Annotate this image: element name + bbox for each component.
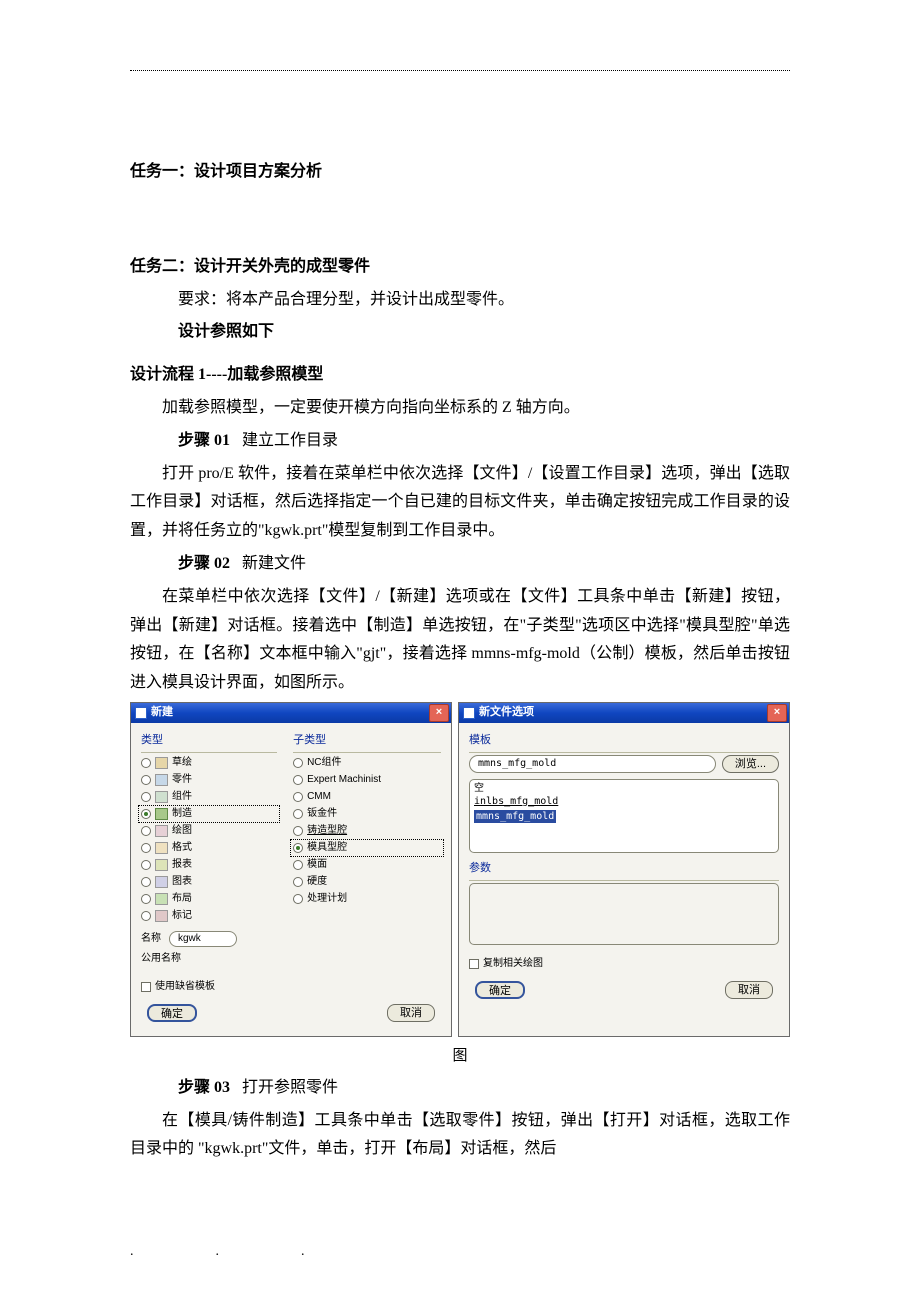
type-radio-group: 草绘 零件 组件 制造 绘图 格式 报表 图表 布局 标记 [141,755,277,924]
name-input[interactable]: kgwk [169,931,237,947]
subtype-radio-row[interactable]: NC组件 [293,755,441,771]
step01-label: 步骤 01 [178,432,230,449]
dialog-options-titlebar: 新文件选项 × [459,703,789,723]
type-radio-row[interactable]: 报表 [141,857,277,873]
list-item-selected[interactable]: mmns_mfg_mold [474,810,556,823]
dialog-new: 新建 × 类型 草绘 零件 组件 制造 绘图 [130,702,452,1037]
step02-line: 步骤 02 新建文件 [130,550,790,579]
step03-title: 打开参照零件 [242,1079,338,1096]
name-row: 名称 kgwk [141,930,441,948]
header-divider [130,70,790,71]
template-input[interactable]: mmns_mfg_mold [469,755,716,773]
ok-button[interactable]: 确定 [475,981,525,999]
type-radio-row[interactable]: 草绘 [141,755,277,771]
step02-label: 步骤 02 [178,555,230,572]
dialog-icon [463,707,475,719]
template-listbox[interactable]: 空 inlbs_mfg_mold mmns_mfg_mold [469,779,779,853]
copy-drawing-label: 复制相关绘图 [483,955,543,973]
subtype-radio-row-mold-cavity[interactable]: 模具型腔 [290,839,444,857]
task1-title: 任务一：设计项目方案分析 [130,158,790,187]
default-template-label: 使用缺省模板 [155,978,215,996]
dialog-new-titlebar: 新建 × [131,703,451,723]
group-type-label: 类型 [141,731,277,753]
figures-row: 新建 × 类型 草绘 零件 组件 制造 绘图 [130,702,790,1037]
subtype-radio-row[interactable]: 处理计划 [293,891,441,907]
figure-caption: 图 [130,1043,790,1070]
subtype-radio-row[interactable]: 模面 [293,857,441,873]
public-name-row: 公用名称 [141,950,441,968]
step03-label: 步骤 03 [178,1079,230,1096]
type-radio-row[interactable]: 图表 [141,874,277,890]
list-item[interactable]: inlbs_mfg_mold [474,795,774,808]
public-name-label: 公用名称 [141,950,181,968]
footer-dot: . [301,1239,307,1264]
type-radio-row-manufacturing[interactable]: 制造 [138,805,280,823]
subtype-radio-row[interactable]: 钣金件 [293,806,441,822]
subtype-radio-group: NC组件 Expert Machinist CMM 钣金件 铸造型腔 模具型腔 … [293,755,441,907]
cancel-button[interactable]: 取消 [725,981,773,999]
list-item[interactable]: 空 [474,782,774,795]
template-group-label: 模板 [469,731,779,753]
params-box [469,883,779,945]
flow1-intro: 加载参照模型，一定要使开模方向指向坐标系的 Z 轴方向。 [130,394,790,423]
template-row: mmns_mfg_mold 浏览... [469,755,779,773]
type-radio-row[interactable]: 格式 [141,840,277,856]
dialog-icon [135,707,147,719]
close-icon[interactable]: × [429,704,449,722]
footer-marks: . . . [130,1239,470,1264]
checkbox-icon[interactable] [469,959,479,969]
ok-button[interactable]: 确定 [147,1004,197,1022]
browse-button[interactable]: 浏览... [722,755,779,773]
task2-title: 任务二：设计开关外壳的成型零件 [130,253,790,282]
step03-body: 在【模具/铸件制造】工具条中单击【选取零件】按钮，弹出【打开】对话框，选取工作目… [130,1107,790,1165]
group-subtype-label: 子类型 [293,731,441,753]
task2-requirement: 要求：将本产品合理分型，并设计出成型零件。 [130,286,790,315]
subtype-radio-row[interactable]: 硬度 [293,874,441,890]
document-page: 任务一：设计项目方案分析 任务二：设计开关外壳的成型零件 要求：将本产品合理分型… [0,0,920,1302]
step01-body: 打开 pro/E 软件，接着在菜单栏中依次选择【文件】/【设置工作目录】选项，弹… [130,460,790,546]
dialog-options-title: 新文件选项 [479,703,767,723]
dialog-new-title: 新建 [151,703,429,723]
dialog-options-buttons: 确定 取消 [469,973,779,1003]
name-label: 名称 [141,930,161,948]
step01-line: 步骤 01 建立工作目录 [130,427,790,456]
step02-title: 新建文件 [242,555,306,572]
dialog-new-file-options: 新文件选项 × 模板 mmns_mfg_mold 浏览... 空 inlbs_m… [458,702,790,1037]
subtype-radio-row[interactable]: Expert Machinist [293,772,441,788]
footer-dot: . [130,1239,136,1264]
params-group-label: 参数 [469,859,779,881]
type-radio-row[interactable]: 标记 [141,908,277,924]
step01-title: 建立工作目录 [242,432,338,449]
dialog-new-buttons: 确定 取消 [141,996,441,1026]
content-area: 任务一：设计项目方案分析 任务二：设计开关外壳的成型零件 要求：将本产品合理分型… [130,70,790,1164]
step02-body: 在菜单栏中依次选择【文件】/【新建】选项或在【文件】工具条中单击【新建】按钮，弹… [130,583,790,698]
footer-dot: . [216,1239,222,1264]
type-radio-row[interactable]: 零件 [141,772,277,788]
close-icon[interactable]: × [767,704,787,722]
copy-drawing-checkbox-row[interactable]: 复制相关绘图 [469,955,779,973]
checkbox-icon[interactable] [141,982,151,992]
flow1-title: 设计流程 1----加载参照模型 [130,361,790,390]
subtype-radio-row[interactable]: 铸造型腔 [293,823,441,839]
cancel-button[interactable]: 取消 [387,1004,435,1022]
step03-line: 步骤 03 打开参照零件 [130,1074,790,1103]
type-radio-row[interactable]: 组件 [141,789,277,805]
default-template-checkbox-row[interactable]: 使用缺省模板 [141,978,441,996]
subtype-radio-row[interactable]: CMM [293,789,441,805]
type-radio-row[interactable]: 绘图 [141,823,277,839]
type-radio-row[interactable]: 布局 [141,891,277,907]
task2-ref-heading: 设计参照如下 [130,318,790,347]
